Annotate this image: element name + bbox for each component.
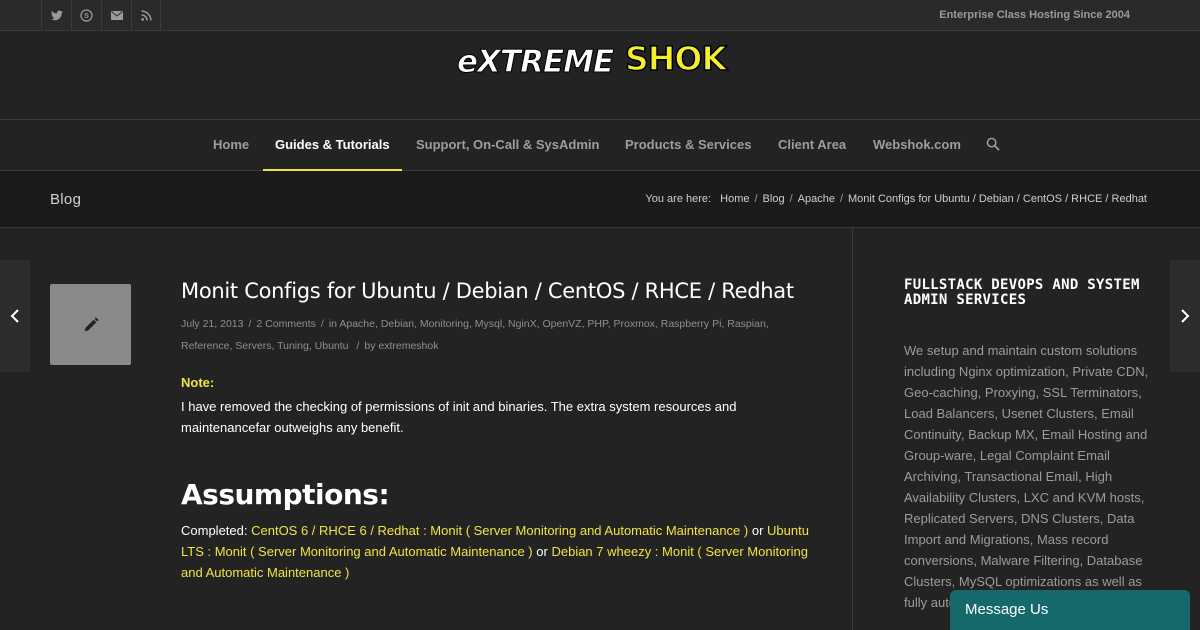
post-in-label: in (328, 318, 338, 330)
search-icon[interactable] (986, 137, 1000, 153)
next-post-arrow[interactable] (1170, 260, 1200, 372)
post-by-label: by (364, 340, 376, 352)
nav-support[interactable]: Support, On-Call & SysAdmin (416, 120, 599, 171)
breadcrumb-apache[interactable]: Apache (798, 193, 835, 205)
post-meta: July 21, 2013/2 Comments / in Apache, Debi… (181, 318, 769, 352)
svg-text:S: S (84, 12, 89, 20)
chevron-left-icon (10, 309, 19, 323)
nav-products-services[interactable]: Products & Services (625, 120, 751, 171)
title-bar: Blog You are here: Home / Blog / Apache / Moni… (0, 171, 1200, 228)
breadcrumb-blog[interactable]: Blog (763, 193, 785, 205)
widget-title: FULLSTACK DEVOPS AND SYSTEM ADMIN SERVIC… (904, 277, 1140, 308)
mail-icon[interactable] (101, 0, 131, 30)
top-bar: S Enterprise Class Hosting Since 2004 (0, 0, 1200, 31)
site-header: eXTREME SHOK (0, 31, 1200, 120)
completed-label: Completed: (181, 523, 248, 538)
prev-post-arrow[interactable] (0, 260, 30, 372)
logo-text-extreme: eXTREME (457, 44, 614, 80)
or-text-2: or (536, 544, 548, 559)
post-date: July 21, 2013 (181, 318, 244, 330)
breadcrumb-home[interactable]: Home (720, 193, 749, 205)
widget-text: We setup and maintain custom solutions i… (904, 343, 1149, 610)
breadcrumb-current: Monit Configs for Ubuntu / Debian / Cent… (848, 193, 1147, 205)
completed-paragraph: Completed: CentOS 6 / RHCE 6 / Redhat : … (181, 520, 811, 583)
main-nav: Home Guides & Tutorials Support, On-Call… (0, 120, 1200, 171)
social-links: S (41, 0, 161, 30)
rss-icon[interactable] (131, 0, 161, 30)
note-text: I have removed the checking of permissio… (181, 399, 737, 435)
site-logo[interactable]: eXTREME SHOK (455, 36, 745, 81)
tagline: Enterprise Class Hosting Since 2004 (939, 9, 1130, 21)
chevron-right-icon (1181, 309, 1190, 323)
skype-icon[interactable]: S (71, 0, 101, 30)
message-us-button[interactable]: Message Us (950, 590, 1190, 630)
or-text-1: or (751, 523, 764, 538)
main-content: Monit Configs for Ubuntu / Debian / Cent… (0, 228, 853, 630)
assumptions-heading: Assumptions: (181, 478, 390, 511)
page-title[interactable]: Blog (50, 191, 81, 208)
link-centos6-monit[interactable]: CentOS 6 / RHCE 6 / Redhat : Monit ( Ser… (251, 523, 748, 538)
post-author[interactable]: extremeshok (378, 340, 438, 352)
breadcrumb-prefix: You are here: (645, 193, 712, 205)
nav-webshok[interactable]: Webshok.com (873, 120, 961, 171)
twitter-icon[interactable] (41, 0, 71, 30)
post-title[interactable]: Monit Configs for Ubuntu / Debian / Cent… (181, 279, 794, 303)
sidebar: FULLSTACK DEVOPS AND SYSTEM ADMIN SERVIC… (853, 228, 1200, 630)
pencil-icon (84, 316, 99, 331)
nav-guides-tutorials[interactable]: Guides & Tutorials (263, 120, 402, 171)
post-format-thumbnail[interactable] (50, 284, 131, 365)
logo-text-shok: SHOK (625, 39, 728, 78)
nav-client-area[interactable]: Client Area (778, 120, 846, 171)
post-comments-link[interactable]: 2 Comments (256, 318, 316, 330)
note-label: Note: (181, 375, 215, 390)
breadcrumb: You are here: Home / Blog / Apache / Monit Con… (645, 193, 1147, 205)
nav-home[interactable]: Home (213, 120, 249, 171)
